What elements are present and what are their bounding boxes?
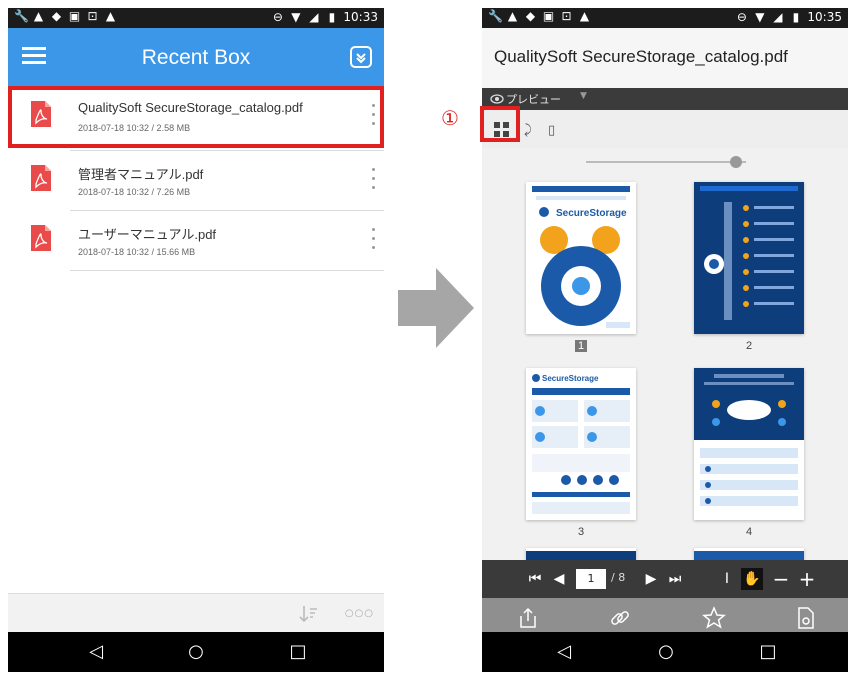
arrow-right-icon [398, 268, 474, 348]
rotate-icon[interactable]: ⤸ [524, 123, 532, 138]
dnd-icon: ⊖ [736, 9, 747, 24]
left-phone-screen: 🔧 ▲ ◆ ▣ ⊡ ▲ ⊖ ▼ ◢ ▮ 10:33 Recent Box Qua… [8, 8, 384, 672]
page-thumbnail[interactable] [694, 182, 804, 334]
eye-icon [490, 94, 504, 104]
pdf-file-icon [31, 165, 51, 191]
page-number-label: 2 [745, 340, 753, 352]
page-jump-icon[interactable]: ▯ [548, 123, 555, 138]
page-thumbnail[interactable] [694, 548, 804, 560]
file-meta: 2018-07-18 10:32 / 7.26 MB [78, 187, 191, 197]
bottom-toolbar: ○○○ [8, 593, 384, 633]
page-thumbnail[interactable] [694, 368, 804, 520]
android-nav-bar: ◁ ○ □ [482, 632, 848, 672]
status-time: 10:33 [343, 10, 378, 24]
brand-wordmark: SecureStorage [556, 208, 627, 219]
shield-icon: ◆ [525, 9, 536, 23]
zoom-slider-knob[interactable] [730, 156, 742, 168]
star-icon[interactable] [702, 606, 726, 630]
home-icon[interactable]: ○ [646, 632, 686, 672]
app-header: Recent Box [8, 28, 384, 86]
battery-icon: ▮ [328, 9, 336, 24]
page-thumbnail[interactable]: SecureStorage [526, 182, 636, 334]
status-time: 10:35 [807, 10, 842, 24]
link-icon[interactable] [608, 606, 632, 630]
page-thumbnail[interactable] [526, 548, 636, 560]
first-page-icon[interactable]: ⏮ [526, 560, 544, 598]
signal-icon: ◢ [309, 9, 319, 24]
dnd-icon: ⊖ [272, 9, 283, 24]
recents-icon[interactable]: □ [278, 632, 318, 672]
highlight-box [480, 106, 520, 142]
preview-bar[interactable]: プレビュー ▼ [482, 88, 848, 110]
list-item[interactable]: ユーザーマニュアル.pdf 2018-07-18 10:32 / 15.66 M… [8, 210, 384, 268]
page-number-label: 1 [526, 340, 636, 352]
brand-wordmark: SecureStorage [542, 374, 599, 383]
download-icon: ⊡ [561, 9, 572, 23]
warning-icon: ▲ [105, 9, 116, 23]
warning-icon: ▲ [579, 9, 590, 23]
current-page-input[interactable]: 1 [576, 569, 606, 589]
wifi-icon: ▼ [291, 9, 301, 24]
hand-pan-icon[interactable]: ✋ [741, 568, 763, 590]
more-icon[interactable]: ○○○ [345, 608, 374, 619]
document-title: QualitySoft SecureStorage_catalog.pdf [494, 47, 788, 66]
file-meta: 2018-07-18 10:32 / 15.66 MB [78, 247, 196, 257]
sort-icon[interactable] [298, 604, 318, 624]
shield-icon: ◆ [51, 9, 62, 23]
page-number-label: 3 [577, 526, 585, 538]
list-item[interactable]: 管理者マニュアル.pdf 2018-07-18 10:32 / 7.26 MB [8, 150, 384, 208]
file-name: 管理者マニュアル.pdf [78, 167, 204, 182]
recents-icon[interactable]: □ [748, 632, 788, 672]
zoom-in-icon[interactable]: + [798, 560, 816, 598]
android-nav-bar: ◁ ○ □ [8, 632, 384, 672]
text-select-icon[interactable]: I [720, 560, 734, 598]
previous-page-icon[interactable]: ◀ [550, 560, 568, 598]
back-icon[interactable]: ◁ [544, 632, 584, 672]
warning-icon: ▲ [33, 9, 44, 23]
image-icon: ▣ [68, 9, 81, 23]
more-options-icon[interactable] [372, 228, 376, 250]
download-icon: ⊡ [87, 9, 98, 23]
caret-down-icon: ▼ [580, 91, 587, 101]
share-icon[interactable] [516, 606, 540, 630]
zoom-slider[interactable] [586, 156, 746, 168]
image-icon: ▣ [542, 9, 555, 23]
highlight-box [8, 86, 384, 148]
chevron-down-icon[interactable] [350, 46, 372, 68]
document-title-bar: QualitySoft SecureStorage_catalog.pdf [482, 28, 848, 88]
file-list: QualitySoft SecureStorage_catalog.pdf 20… [8, 86, 384, 606]
file-info-icon[interactable] [794, 606, 818, 630]
wrench-icon: 🔧 [488, 9, 503, 23]
back-icon[interactable]: ◁ [76, 632, 116, 672]
file-name: ユーザーマニュアル.pdf [78, 227, 217, 242]
right-phone-screen: 🔧 ▲ ◆ ▣ ⊡ ▲ ⊖ ▼ ◢ ▮ 10:35 QualitySoft Se… [482, 8, 848, 672]
home-icon[interactable]: ○ [176, 632, 216, 672]
status-bar: 🔧 ▲ ◆ ▣ ⊡ ▲ ⊖ ▼ ◢ ▮ 10:33 [8, 8, 384, 28]
last-page-icon[interactable]: ⏭ [666, 560, 684, 598]
page-number-label: 4 [745, 526, 753, 538]
more-options-icon[interactable] [372, 168, 376, 190]
page-navigation-bar: ⏮ ◀ 1 / 8 ▶ ⏭ I ✋ − + [482, 560, 848, 598]
preview-label: プレビュー [506, 93, 561, 106]
page-thumbnail[interactable]: SecureStorage [526, 368, 636, 520]
divider [70, 270, 384, 271]
status-bar: 🔧 ▲ ◆ ▣ ⊡ ▲ ⊖ ▼ ◢ ▮ 10:35 [482, 8, 848, 28]
action-bar [482, 598, 848, 636]
wifi-icon: ▼ [755, 9, 765, 24]
signal-icon: ◢ [773, 9, 783, 24]
battery-icon: ▮ [792, 9, 800, 24]
warning-icon: ▲ [507, 9, 518, 23]
view-toolbar: ⤸ ▯ [482, 110, 848, 148]
zoom-out-icon[interactable]: − [772, 560, 790, 598]
total-pages: / 8 [611, 571, 626, 584]
next-page-icon[interactable]: ▶ [642, 560, 660, 598]
pdf-file-icon [31, 225, 51, 251]
wrench-icon: 🔧 [14, 9, 29, 23]
step-marker: ① [441, 106, 459, 130]
page-title: Recent Box [141, 46, 251, 69]
